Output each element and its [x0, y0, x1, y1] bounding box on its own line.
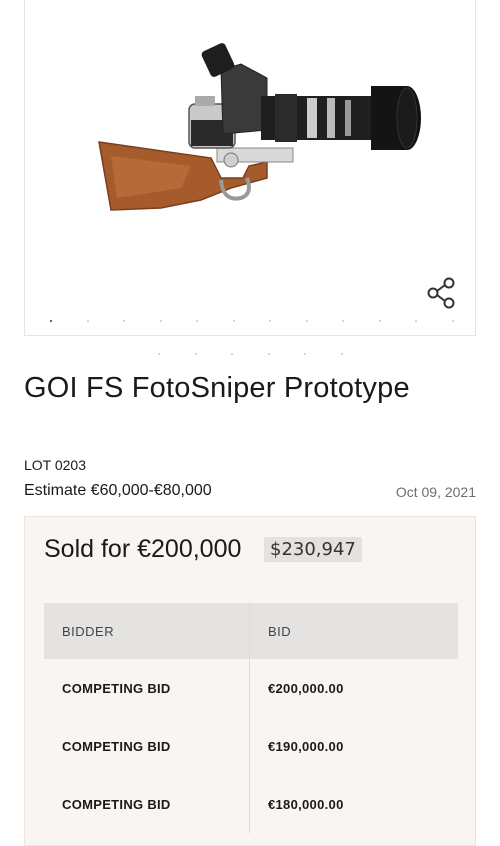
slide-dot[interactable]	[159, 320, 162, 322]
slide-dot[interactable]	[415, 320, 417, 322]
slide-dot[interactable]	[50, 320, 52, 322]
slide-dot[interactable]	[123, 320, 125, 322]
column-header-bid: BID	[249, 603, 458, 659]
slide-dot[interactable]	[86, 320, 89, 322]
table-row: COMPETING BID €190,000.00	[44, 717, 458, 775]
slide-dot[interactable]	[196, 320, 198, 322]
thumbnail-dot[interactable]	[231, 353, 233, 355]
sale-date: Oct 09, 2021	[395, 484, 476, 500]
column-header-bidder: BIDDER	[44, 603, 250, 659]
bidder-cell: COMPETING BID	[62, 738, 171, 754]
thumbnail-dot[interactable]	[304, 353, 306, 355]
viewfinder	[220, 63, 268, 135]
estimate-range: Estimate €60,000-€80,000	[24, 482, 212, 499]
share-button[interactable]	[425, 276, 459, 310]
slide-indicator[interactable]	[25, 318, 477, 324]
bid-amount-cell: €200,000.00	[249, 659, 458, 717]
sold-price: Sold for €200,000	[44, 535, 242, 563]
thumbnail-dot[interactable]	[158, 353, 160, 355]
thumbnail-dot[interactable]	[194, 353, 197, 355]
product-photo	[98, 43, 421, 211]
bidder-cell: COMPETING BID	[62, 796, 171, 812]
slide-dot[interactable]	[269, 320, 271, 322]
slide-dot[interactable]	[232, 320, 235, 322]
thumbnail-dot[interactable]	[267, 353, 270, 355]
table-header-row: BIDDER BID	[44, 603, 458, 659]
bidder-cell: COMPETING BID	[62, 680, 171, 696]
slide-dot[interactable]	[342, 320, 344, 322]
bid-amount-cell: €190,000.00	[249, 717, 458, 775]
page-title: GOI FS FotoSniper Prototype	[24, 372, 410, 404]
slide-dot[interactable]	[305, 320, 308, 322]
image-gallery[interactable]	[24, 0, 476, 336]
share-icon	[427, 277, 455, 309]
slide-dot[interactable]	[451, 320, 454, 322]
table-row: COMPETING BID €200,000.00	[44, 659, 458, 717]
table-row: COMPETING BID €180,000.00	[44, 775, 458, 833]
lot-number: LOT 0203	[24, 457, 87, 473]
bid-history-table: BIDDER BID COMPETING BID €200,000.00 COM…	[44, 603, 458, 833]
slide-dot[interactable]	[378, 320, 381, 322]
usd-conversion-badge: $230,947	[264, 537, 362, 562]
thumbnail-indicator[interactable]	[0, 352, 500, 356]
bid-amount-cell: €180,000.00	[249, 775, 458, 833]
thumbnail-dot[interactable]	[340, 353, 343, 355]
sold-panel: Sold for €200,000 $230,947 BIDDER BID CO…	[24, 516, 476, 846]
